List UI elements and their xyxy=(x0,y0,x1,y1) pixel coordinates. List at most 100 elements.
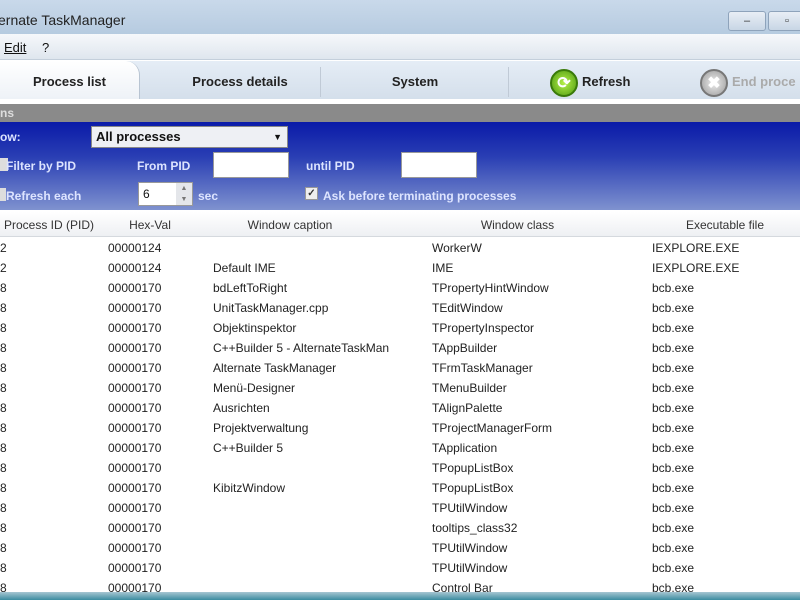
from-pid-label: From PID xyxy=(137,159,191,173)
cell-pid: 8 xyxy=(0,501,7,515)
cell-class: Control Bar xyxy=(432,581,493,592)
spin-arrows-icon[interactable]: ▲ ▼ xyxy=(176,183,192,205)
refresh-button[interactable]: ⟳ Refresh xyxy=(550,67,630,97)
cell-hex: 00000124 xyxy=(108,241,162,255)
table-row[interactable]: 8 00000170 Control Bar bcb.exe xyxy=(0,578,800,592)
table-row[interactable]: 8 00000170 TPUtilWindow bcb.exe xyxy=(0,498,800,518)
table-row[interactable]: 8 00000170 C++Builder 5 - AlternateTaskMan… xyxy=(0,338,800,358)
cell-pid: 8 xyxy=(0,301,7,315)
cell-caption: Default IME xyxy=(213,261,276,275)
cell-exe: bcb.exe xyxy=(652,501,695,515)
cell-hex: 00000170 xyxy=(108,421,162,435)
table-row[interactable]: 8 00000170 UnitTaskManager.cpp TEditWindow b… xyxy=(0,298,800,318)
cell-pid: 8 xyxy=(0,461,7,475)
cell-exe: bcb.exe xyxy=(652,481,695,495)
cell-pid: 2 xyxy=(0,261,7,275)
cell-hex: 00000170 xyxy=(108,281,162,295)
cell-class: TPUtilWindow xyxy=(432,501,508,515)
cell-class: TMenuBuilder xyxy=(432,381,507,395)
column-class[interactable]: Window class xyxy=(450,218,585,232)
table-row[interactable]: 8 00000170 Menü-Designer TMenuBuilder bcb.ex… xyxy=(0,378,800,398)
cell-exe: bcb.exe xyxy=(652,381,695,395)
cell-caption: KibitzWindow xyxy=(213,481,286,495)
menu-help[interactable]: ? xyxy=(42,40,49,55)
tab-process-list[interactable]: Process list xyxy=(0,61,140,99)
cell-caption: UnitTaskManager.cpp xyxy=(213,301,329,315)
cell-exe: bcb.exe xyxy=(652,321,695,335)
menu-edit[interactable]: Edit xyxy=(4,40,26,55)
cell-exe: bcb.exe xyxy=(652,521,695,535)
column-caption[interactable]: Window caption xyxy=(230,218,350,232)
from-pid-input[interactable] xyxy=(213,152,289,178)
table-row[interactable]: 8 00000170 tooltips_class32 bcb.exe xyxy=(0,518,800,538)
cell-pid: 8 xyxy=(0,441,7,455)
table-row[interactable]: 8 00000170 Ausrichten TAlignPalette bcb.exe xyxy=(0,398,800,418)
cell-hex: 00000170 xyxy=(108,501,162,515)
cell-hex: 00000170 xyxy=(108,341,162,355)
table-row[interactable]: 8 00000170 C++Builder 5 TApplication bcb.exe xyxy=(0,438,800,458)
cell-exe: bcb.exe xyxy=(652,301,695,315)
cell-exe: bcb.exe xyxy=(652,461,695,475)
cell-class: TApplication xyxy=(432,441,498,455)
cell-class: TPopupListBox xyxy=(432,461,514,475)
cell-caption: C++Builder 5 xyxy=(213,441,284,455)
ask-terminate-label: Ask before terminating processes xyxy=(323,189,517,203)
table-row[interactable]: 8 00000170 Alternate TaskManager TFrmTaskMa… xyxy=(0,358,800,378)
tab-bar: Process list Process details System ⟳ Ref… xyxy=(0,61,800,101)
cell-hex: 00000170 xyxy=(108,521,162,535)
menu-bar: Edit ? xyxy=(0,34,800,60)
refresh-each-label: Refresh each xyxy=(6,189,82,203)
column-exe[interactable]: Executable file xyxy=(660,218,790,232)
until-pid-input[interactable] xyxy=(401,152,477,178)
refresh-interval-stepper[interactable]: 6 ▲ ▼ xyxy=(138,182,193,206)
table-row[interactable]: 8 00000170 TPUtilWindow bcb.exe xyxy=(0,538,800,558)
filter-pid-label: Filter by PID xyxy=(6,159,77,173)
table-row[interactable]: 2 00000124 Default IME IME IEXPLORE.EXE xyxy=(0,258,800,278)
tab-process-details[interactable]: Process details xyxy=(160,61,320,99)
table-header: Process ID (PID) Hex-Val Window caption … xyxy=(0,212,800,237)
ask-terminate-checkbox[interactable]: ✓ xyxy=(305,187,318,200)
table-row[interactable]: 8 00000170 Projektverwaltung TProjectManage… xyxy=(0,418,800,438)
table-row[interactable]: 8 00000170 KibitzWindow TPopupListBox bcb.ex… xyxy=(0,478,800,498)
cell-caption: Objektinspektor xyxy=(213,321,297,335)
cell-caption: bdLeftToRight xyxy=(213,281,288,295)
table-row[interactable]: 8 00000170 bdLeftToRight TPropertyHintWindo… xyxy=(0,278,800,298)
cell-pid: 8 xyxy=(0,521,7,535)
cell-exe: bcb.exe xyxy=(652,401,695,415)
cell-class: tooltips_class32 xyxy=(432,521,518,535)
cell-hex: 00000170 xyxy=(108,301,162,315)
cell-hex: 00000124 xyxy=(108,261,162,275)
options-header: ns xyxy=(0,104,800,122)
cell-class: IME xyxy=(432,261,454,275)
table-row[interactable]: 8 00000170 TPopupListBox bcb.exe xyxy=(0,458,800,478)
tab-system[interactable]: System xyxy=(330,61,500,99)
maximize-button[interactable]: ▫ xyxy=(768,11,800,31)
minimize-button[interactable]: – xyxy=(728,11,766,31)
cell-hex: 00000170 xyxy=(108,381,162,395)
table-row[interactable]: 8 00000170 TPUtilWindow bcb.exe xyxy=(0,558,800,578)
filter-panel: ow: All processes ▼ Filter by PID From PI… xyxy=(0,122,800,210)
cell-pid: 8 xyxy=(0,541,7,555)
cell-class: TProjectManagerForm xyxy=(432,421,553,435)
end-process-button[interactable]: ✖ End proce xyxy=(700,67,796,97)
cell-pid: 8 xyxy=(0,341,7,355)
table-row[interactable]: 8 00000170 Objektinspektor TPropertyInspect… xyxy=(0,318,800,338)
show-select[interactable]: All processes ▼ xyxy=(91,126,288,148)
cell-hex: 00000170 xyxy=(108,461,162,475)
column-hex[interactable]: Hex-Val xyxy=(120,218,180,232)
cell-hex: 00000170 xyxy=(108,441,162,455)
title-bar: ernate TaskManager – ▫ xyxy=(0,0,800,34)
end-process-label: End proce xyxy=(732,74,796,89)
column-pid[interactable]: Process ID (PID) xyxy=(0,218,98,232)
show-select-value: All processes xyxy=(96,129,181,144)
cell-pid: 8 xyxy=(0,321,7,335)
cell-class: TPUtilWindow xyxy=(432,561,508,575)
cell-caption: Ausrichten xyxy=(213,401,270,415)
cell-exe: bcb.exe xyxy=(652,541,695,555)
cell-pid: 8 xyxy=(0,281,7,295)
cell-class: TPUtilWindow xyxy=(432,541,508,555)
refresh-label: Refresh xyxy=(582,74,631,89)
table-row[interactable]: 2 00000124 WorkerW IEXPLORE.EXE xyxy=(0,238,800,258)
cell-pid: 8 xyxy=(0,381,7,395)
cell-class: TAppBuilder xyxy=(432,341,498,355)
